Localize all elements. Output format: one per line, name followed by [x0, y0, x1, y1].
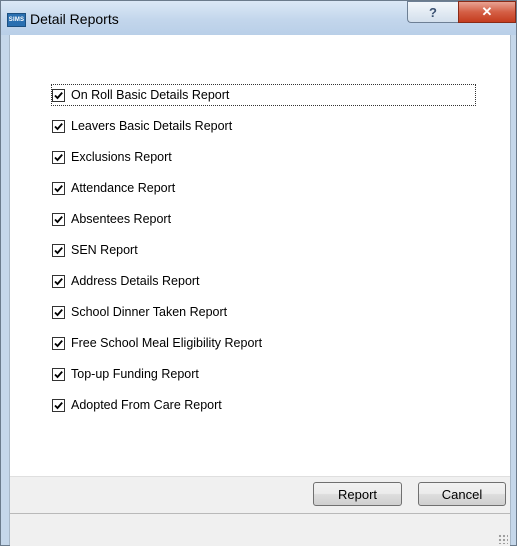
resize-grip-icon[interactable]: [498, 534, 508, 544]
report-option-attendance[interactable]: Attendance Report: [52, 178, 175, 198]
report-option-label: Adopted From Care Report: [71, 398, 222, 412]
close-button[interactable]: ✕: [458, 1, 516, 23]
report-option-adopted-from-care[interactable]: Adopted From Care Report: [52, 395, 222, 415]
report-option-label: Top-up Funding Report: [71, 367, 199, 381]
report-option-label: Address Details Report: [71, 274, 200, 288]
report-option-on-roll-basic-details[interactable]: On Roll Basic Details Report: [51, 84, 476, 106]
report-option-exclusions[interactable]: Exclusions Report: [52, 147, 172, 167]
report-option-school-dinner-taken[interactable]: School Dinner Taken Report: [52, 302, 227, 322]
window-title: Detail Reports: [30, 11, 119, 27]
report-button[interactable]: Report: [313, 482, 402, 506]
checkbox-icon[interactable]: [52, 181, 65, 195]
title-bar[interactable]: SIMS Detail Reports ? ✕: [1, 1, 516, 35]
report-option-label: School Dinner Taken Report: [71, 305, 228, 319]
dialog-client-area: On Roll Basic Details Report Leavers Bas…: [9, 35, 511, 546]
report-option-top-up-funding[interactable]: Top-up Funding Report: [52, 364, 199, 384]
report-option-leavers-basic-details[interactable]: Leavers Basic Details Report: [52, 116, 232, 136]
status-bar: [10, 513, 510, 546]
cancel-button[interactable]: Cancel: [418, 482, 506, 506]
report-option-label: Free School Meal Eligibility Report: [71, 336, 263, 350]
report-option-label: Absentees Report: [71, 212, 172, 226]
help-icon: ?: [429, 4, 437, 20]
detail-reports-window: SIMS Detail Reports ? ✕ On Roll Basic De…: [0, 0, 517, 546]
report-option-label: Attendance Report: [71, 181, 176, 195]
report-option-label: Exclusions Report: [71, 150, 172, 164]
report-option-sen[interactable]: SEN Report: [52, 240, 138, 260]
report-option-label: SEN Report: [71, 243, 138, 257]
help-button[interactable]: ?: [407, 1, 458, 23]
checkbox-icon[interactable]: [52, 88, 65, 102]
checkbox-icon[interactable]: [52, 398, 65, 412]
checkbox-icon[interactable]: [52, 305, 65, 319]
report-option-absentees[interactable]: Absentees Report: [52, 209, 171, 229]
sims-app-icon: SIMS: [7, 13, 26, 27]
report-option-label: On Roll Basic Details Report: [71, 88, 230, 102]
report-options-panel: On Roll Basic Details Report Leavers Bas…: [10, 35, 510, 476]
report-option-label: Leavers Basic Details Report: [71, 119, 233, 133]
checkbox-icon[interactable]: [52, 212, 65, 226]
checkbox-icon[interactable]: [52, 243, 65, 257]
checkbox-icon[interactable]: [52, 336, 65, 350]
checkbox-icon[interactable]: [52, 119, 65, 133]
checkbox-icon[interactable]: [52, 274, 65, 288]
report-option-free-school-meal-eligibility[interactable]: Free School Meal Eligibility Report: [52, 333, 262, 353]
title-bar-buttons: ? ✕: [407, 1, 516, 23]
close-icon: ✕: [481, 4, 493, 19]
report-option-address-details[interactable]: Address Details Report: [52, 271, 200, 291]
checkbox-icon[interactable]: [52, 150, 65, 164]
checkbox-icon[interactable]: [52, 367, 65, 381]
